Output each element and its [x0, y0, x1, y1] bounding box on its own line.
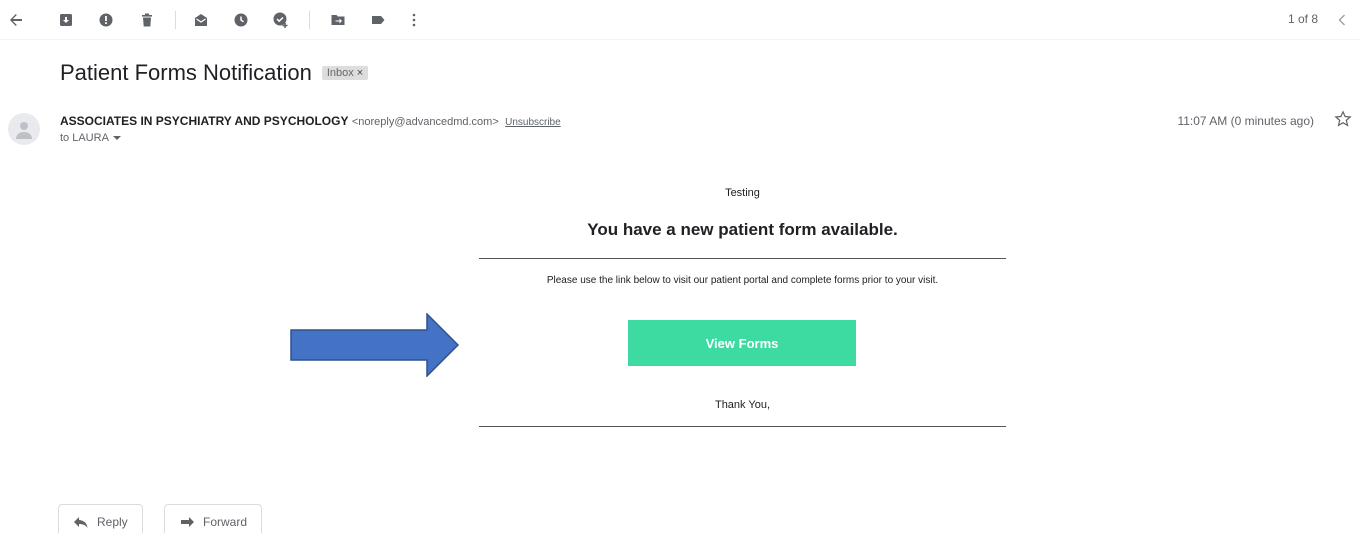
unsubscribe-link[interactable]: Unsubscribe [505, 117, 561, 128]
toolbar: 1 of 8 [0, 0, 1360, 40]
reply-button[interactable]: Reply [58, 504, 143, 533]
sender-name: ASSOCIATES IN PSYCHIATRY AND PSYCHOLOGY [60, 114, 349, 128]
body-greeting: Testing [725, 187, 760, 199]
inbox-label: Inbox [326, 67, 354, 79]
add-to-tasks-icon[interactable] [271, 10, 291, 30]
divider [479, 258, 1006, 259]
avatar [8, 113, 40, 145]
sender-line: ASSOCIATES IN PSYCHIATRY AND PSYCHOLOGY … [60, 114, 561, 128]
timestamp: 11:07 AM (0 minutes ago) [1177, 114, 1314, 128]
forward-icon [181, 517, 194, 527]
report-spam-icon[interactable] [96, 10, 116, 30]
snooze-icon[interactable] [231, 10, 251, 30]
pager-label: 1 of 8 [1287, 12, 1318, 26]
toolbar-separator [175, 11, 176, 29]
annotation-arrow-icon [290, 313, 460, 377]
forward-label: Forward [203, 515, 248, 529]
back-arrow-icon[interactable] [6, 10, 26, 30]
recipient-label: to LAURA [60, 132, 109, 144]
caret-down-icon [112, 136, 121, 140]
sender-email: <noreply@advancedmd.com> [351, 116, 499, 128]
reply-icon [74, 517, 88, 528]
email-subject: Patient Forms Notification [60, 60, 312, 85]
inbox-label-chip: Inbox × [321, 66, 369, 80]
subject-row: Patient Forms Notification Inbox × [60, 60, 369, 86]
mark-unread-icon[interactable] [191, 10, 211, 30]
body-headline: You have a new patient form available. [587, 220, 898, 239]
chevron-left-icon[interactable] [1334, 10, 1350, 30]
toolbar-separator [309, 11, 310, 29]
recipient-details-toggle[interactable]: to LAURA [60, 132, 121, 144]
move-to-icon[interactable] [328, 10, 348, 30]
remove-label-button[interactable]: × [357, 67, 363, 79]
more-icon[interactable] [404, 10, 424, 30]
archive-icon[interactable] [56, 10, 76, 30]
reply-label: Reply [97, 515, 128, 529]
body-signoff: Thank You, [714, 399, 771, 411]
forward-button[interactable]: Forward [164, 504, 263, 533]
delete-icon[interactable] [137, 10, 157, 30]
view-forms-button[interactable]: View Forms [628, 320, 856, 366]
body-instructions: Please use the link below to visit our p… [546, 275, 939, 286]
star-icon[interactable] [1334, 110, 1352, 128]
labels-icon[interactable] [368, 10, 388, 30]
divider [479, 426, 1006, 427]
